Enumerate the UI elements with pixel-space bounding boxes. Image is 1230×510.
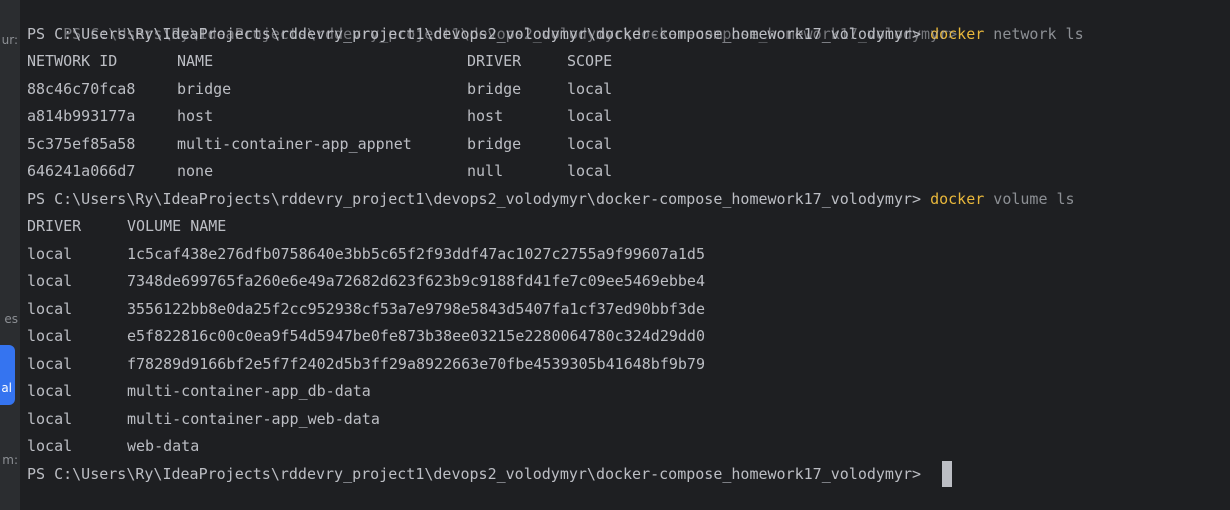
network-scope: local (567, 162, 613, 180)
volume-name: e5f822816c00c0ea9f54d5947be0fe873b38ee03… (127, 327, 705, 345)
network-name: host (177, 107, 214, 125)
network-row: 646241a066d7 none null local (27, 158, 1230, 186)
network-id: a814b993177a (27, 107, 136, 125)
network-id: 646241a066d7 (27, 162, 136, 180)
volume-driver: local (27, 382, 73, 400)
network-row: 5c375ef85a58 multi-container-app_appnet br… (27, 131, 1230, 159)
volume-name: multi-container-app_web-data (127, 409, 380, 428)
header-scope: SCOPE (567, 52, 613, 70)
volume-name: 7348de699765fa260e6e49a72682d623f623b9c9… (127, 272, 705, 290)
command-binary: docker (930, 189, 985, 208)
command-args: network ls (993, 24, 1084, 43)
volume-name: 3556122bb8e0da25f2cc952938cf53a7e9798e58… (127, 299, 705, 318)
volume-row: local 1c5caf438e276dfb0758640e3bb5c65f2f9… (27, 241, 1230, 269)
network-name: bridge (177, 79, 232, 98)
strip-fragment: m: (2, 453, 18, 467)
volume-name: web-data (127, 437, 200, 455)
network-name: multi-container-app_appnet (177, 134, 412, 153)
command-args: volume ls (993, 189, 1075, 208)
volume-row: local web-data (27, 433, 1230, 461)
network-driver: null (467, 162, 504, 180)
strip-fragment: ur: (1, 33, 18, 47)
volume-row: local multi-container-app_web-data (27, 406, 1230, 434)
prompt-text: PS C:\Users\Ry\IdeaProjects\rddevry_proj… (27, 464, 931, 483)
header-network-id: NETWORK ID (27, 52, 118, 70)
text-cursor (942, 461, 953, 487)
volume-name: f78289d9166bf2e5f7f2402d5b3ff29a8922663e… (127, 354, 705, 373)
network-driver: host (467, 107, 504, 125)
left-tool-strip: ur: es al m: (0, 0, 20, 510)
header-driver: DRIVER (467, 52, 522, 70)
header-driver: DRIVER (27, 217, 82, 235)
network-scope: local (567, 134, 613, 153)
strip-button-label: al (1, 381, 12, 395)
network-driver: bridge (467, 134, 522, 153)
volume-row: local 7348de699765fa260e6e49a72682d623f62… (27, 268, 1230, 296)
strip-fragment: es (4, 312, 18, 326)
header-volume-name: VOLUME NAME (127, 217, 227, 235)
network-name: none (177, 162, 214, 180)
prompt-line: PS C:\Users\Ry\IdeaProjects\rddevry_proj… (27, 0, 1230, 43)
prompt-text: PS C:\Users\Ry\IdeaProjects\rddevry_proj… (27, 189, 931, 208)
network-row: 88c46c70fca8 bridge bridge local (27, 76, 1230, 104)
network-scope: local (567, 107, 613, 125)
command-line: PS C:\Users\Ry\IdeaProjects\rddevry_proj… (27, 186, 1230, 214)
volume-driver: local (27, 354, 73, 373)
volume-header-row: DRIVER VOLUME NAME (27, 213, 1230, 241)
volume-name: 1c5caf438e276dfb0758640e3bb5c65f2f93ddf4… (127, 244, 705, 263)
volume-row: local f78289d9166bf2e5f7f2402d5b3ff29a892… (27, 351, 1230, 379)
header-name: NAME (177, 52, 214, 70)
volume-driver: local (27, 244, 73, 263)
network-driver: bridge (467, 79, 522, 98)
network-id: 88c46c70fca8 (27, 79, 136, 98)
volume-driver: local (27, 272, 73, 290)
volume-row: local e5f822816c00c0ea9f54d5947be0fe873b3… (27, 323, 1230, 351)
network-scope: local (567, 79, 613, 98)
volume-name: multi-container-app_db-data (127, 382, 371, 400)
network-id: 5c375ef85a58 (27, 134, 136, 153)
prompt-text: PS C:\Users\Ry\IdeaProjects\rddevry_proj… (63, 24, 967, 43)
prompt-line: PS C:\Users\Ry\IdeaProjects\rddevry_proj… (27, 461, 1230, 489)
terminal-output[interactable]: PS C:\Users\Ry\IdeaProjects\rddevry_proj… (27, 0, 1230, 510)
network-header-row: NETWORK ID NAME DRIVER SCOPE (27, 48, 1230, 76)
volume-row: local multi-container-app_db-data (27, 378, 1230, 406)
network-row: a814b993177a host host local (27, 103, 1230, 131)
volume-driver: local (27, 409, 73, 428)
volume-driver: local (27, 437, 73, 455)
volume-row: local 3556122bb8e0da25f2cc952938cf53a7e97… (27, 296, 1230, 324)
strip-primary-button[interactable]: al (0, 345, 15, 405)
volume-driver: local (27, 299, 73, 318)
volume-driver: local (27, 327, 73, 345)
